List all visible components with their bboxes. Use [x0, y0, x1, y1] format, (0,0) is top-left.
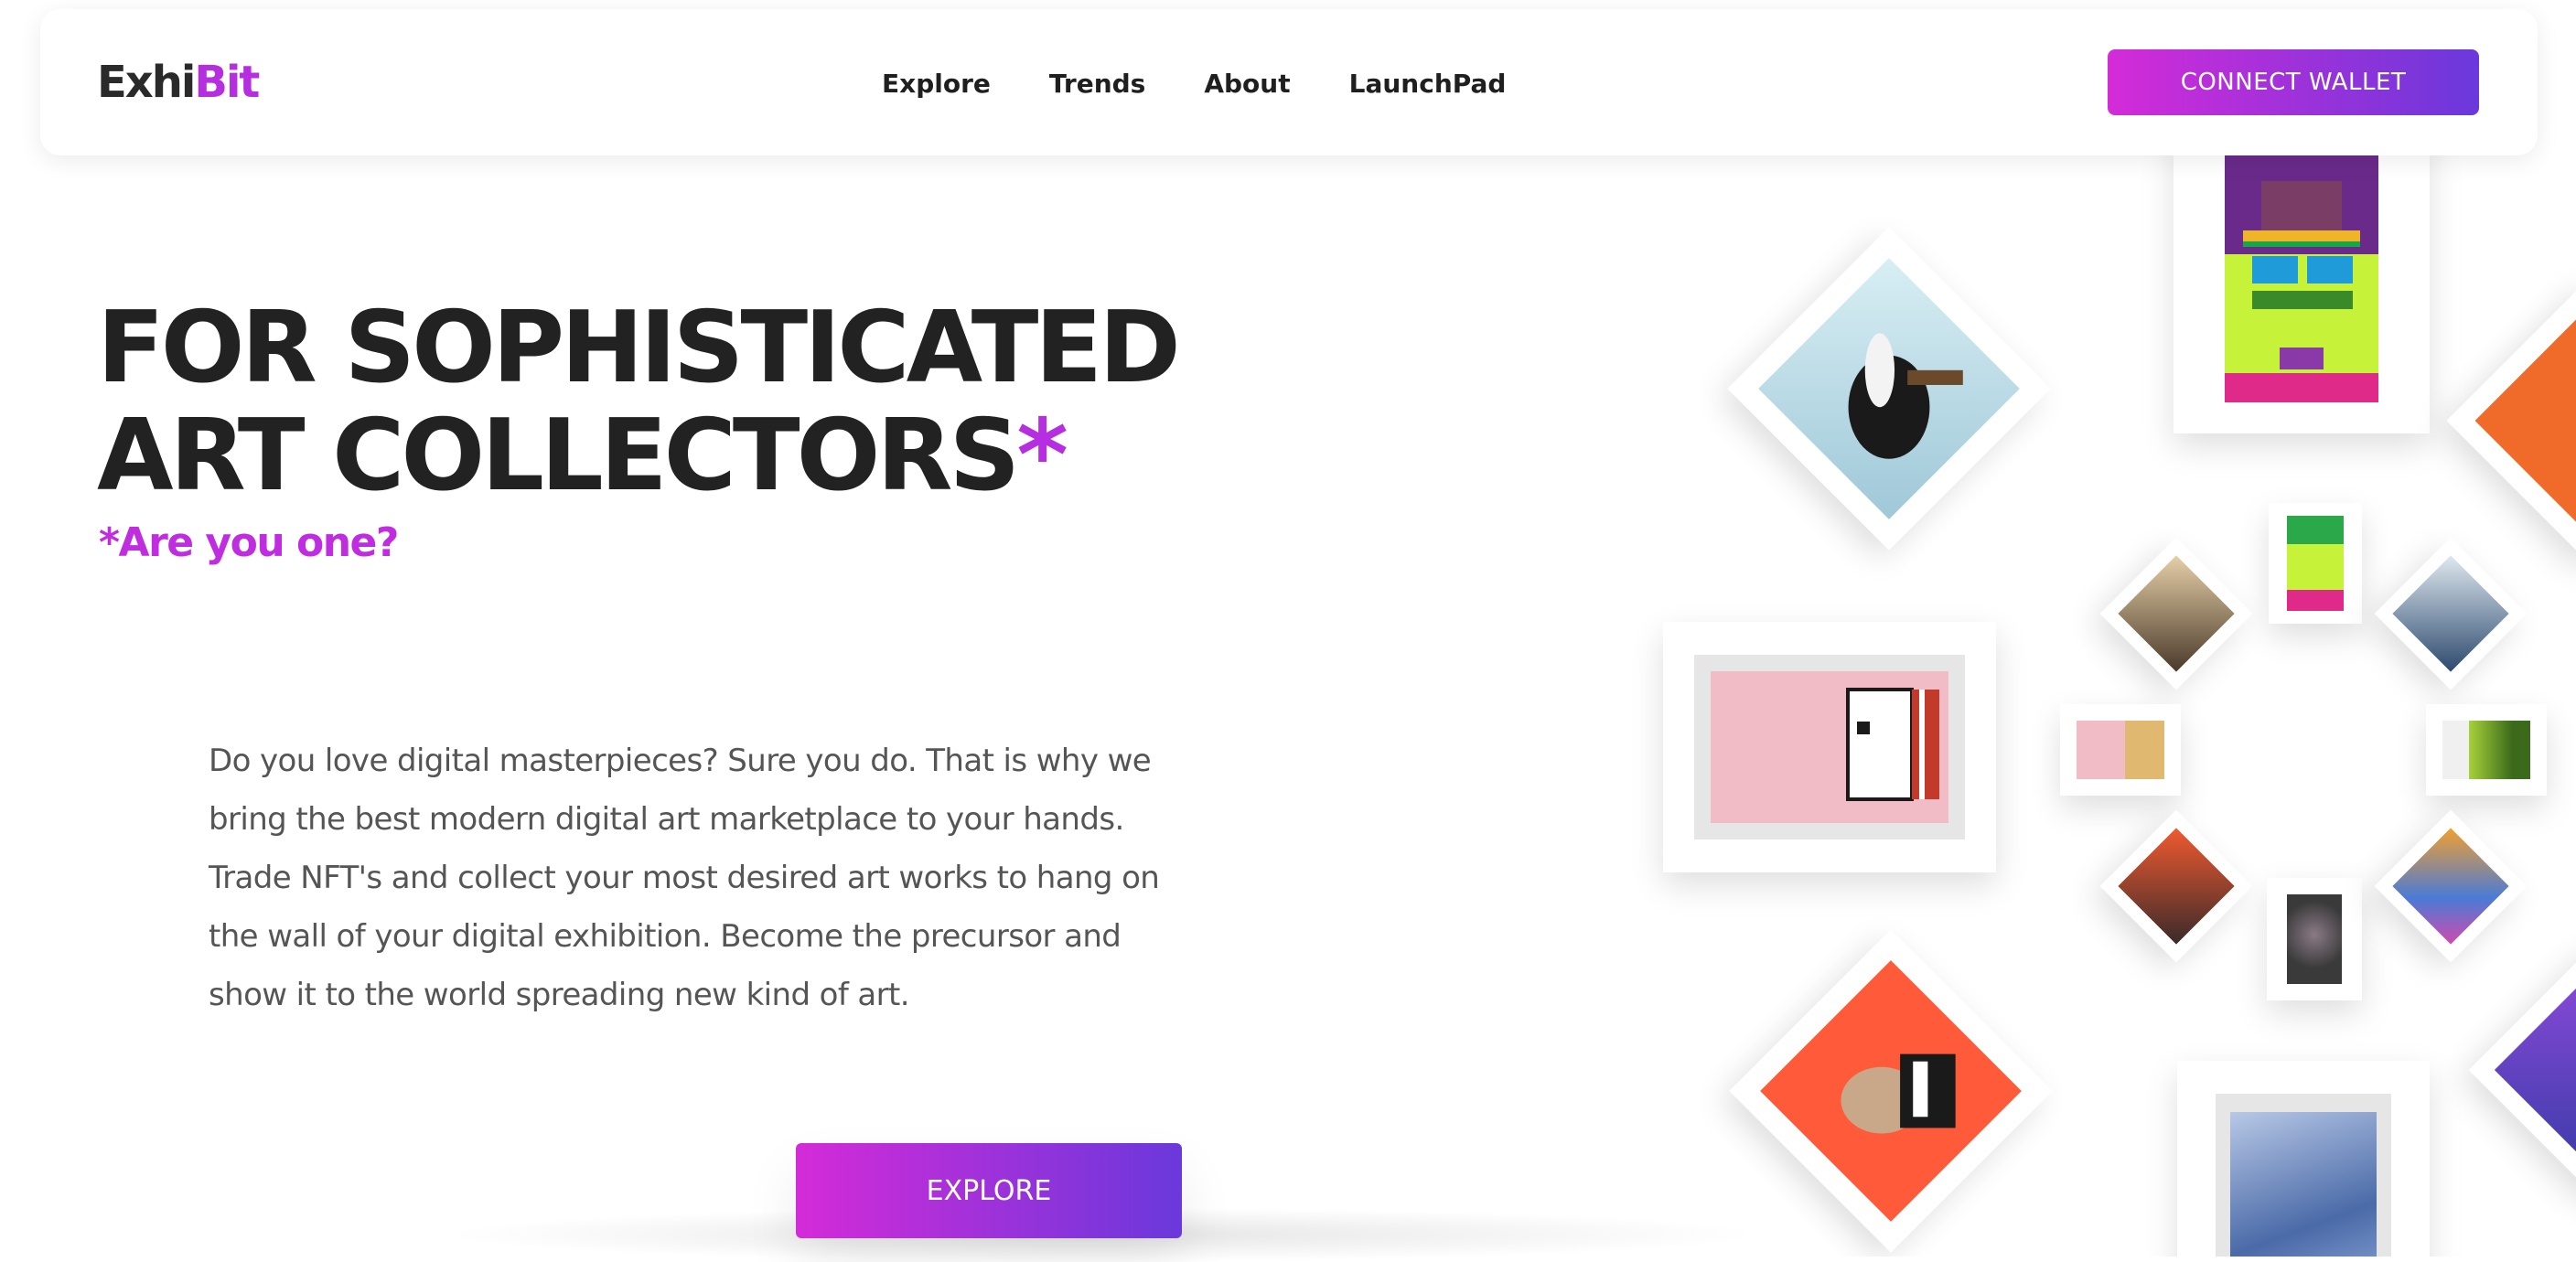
gallery-frame[interactable] — [2177, 1061, 2430, 1257]
sloth-icon — [1841, 1053, 1956, 1134]
hero-description: Do you love digital masterpieces? Sure y… — [209, 743, 1160, 1013]
gallery-frame[interactable] — [1727, 227, 2051, 551]
gallery-artwork-blue-abstract — [2230, 1112, 2377, 1257]
gallery-frame[interactable] — [2446, 278, 2576, 563]
gallery-frame[interactable] — [2426, 704, 2547, 796]
gallery-frame[interactable] — [2099, 809, 2253, 963]
gallery-artwork-orange-edge — [2474, 306, 2576, 535]
connect-wallet-button[interactable]: CONNECT WALLET — [2108, 49, 2479, 115]
gallery-artwork-small-dark — [2287, 894, 2342, 984]
exhibit-logo[interactable]: ExhiBit — [97, 60, 260, 104]
gallery-frame[interactable] — [2374, 809, 2528, 963]
skunk-icon — [1848, 333, 1963, 459]
nav-link-about[interactable]: About — [1204, 71, 1290, 97]
gallery-artwork-pink-pixel — [1711, 671, 1948, 823]
gallery-frame[interactable] — [2267, 878, 2362, 1000]
gallery-frame[interactable] — [1663, 622, 1996, 872]
gallery-artwork-pixel-character — [2225, 154, 2378, 402]
nav-link-explore[interactable]: Explore — [882, 71, 991, 97]
gallery-frame[interactable] — [2468, 940, 2576, 1200]
logo-text-main: Exhi — [97, 57, 196, 108]
gallery-frame[interactable] — [2099, 537, 2253, 690]
gallery-frame[interactable] — [2060, 704, 2181, 796]
explore-button[interactable]: EXPLORE — [796, 1143, 1182, 1238]
gallery-artwork-small-blue — [2392, 555, 2509, 672]
gallery-artwork-small-pixel — [2287, 516, 2344, 611]
gallery-artwork-sloth — [1760, 960, 2022, 1222]
gallery-frame[interactable] — [2374, 537, 2528, 690]
hero-title-asterisk: * — [1016, 399, 1068, 513]
nav-link-trends[interactable]: Trends — [1049, 71, 1145, 97]
top-navbar: ExhiBit Explore Trends About LaunchPad C… — [40, 9, 2538, 155]
gallery-frame[interactable] — [2174, 137, 2430, 433]
gallery-artwork-small-orange — [2118, 828, 2235, 945]
hero-title-line1: FOR SOPHISTICATED — [97, 291, 1181, 405]
gallery-frame[interactable] — [2269, 503, 2362, 624]
gallery-artwork-small-figure — [2118, 555, 2235, 672]
hero-title: FOR SOPHISTICATED ART COLLECTORS* — [97, 291, 1181, 513]
main-nav: Explore Trends About LaunchPad — [882, 71, 1506, 97]
hero-subtitle: *Are you one? — [99, 519, 399, 566]
gallery-artwork-small-colorful — [2392, 828, 2509, 945]
logo-text-accent: Bit — [194, 57, 260, 108]
gallery-artwork-small-green — [2442, 721, 2530, 779]
gallery-artwork-small-pink — [2077, 721, 2164, 779]
gallery-artwork-skunk — [1758, 258, 2020, 519]
pixel-character-icon — [2225, 154, 2378, 402]
nav-link-launchpad[interactable]: LaunchPad — [1349, 71, 1507, 97]
gallery-artwork-purple-edge — [2494, 966, 2576, 1174]
hero-title-line2: ART COLLECTORS — [97, 399, 1020, 513]
artwork-gallery — [1628, 137, 2576, 1257]
gallery-frame[interactable] — [1729, 929, 2053, 1253]
pixel-cat-icon — [1846, 688, 1939, 801]
